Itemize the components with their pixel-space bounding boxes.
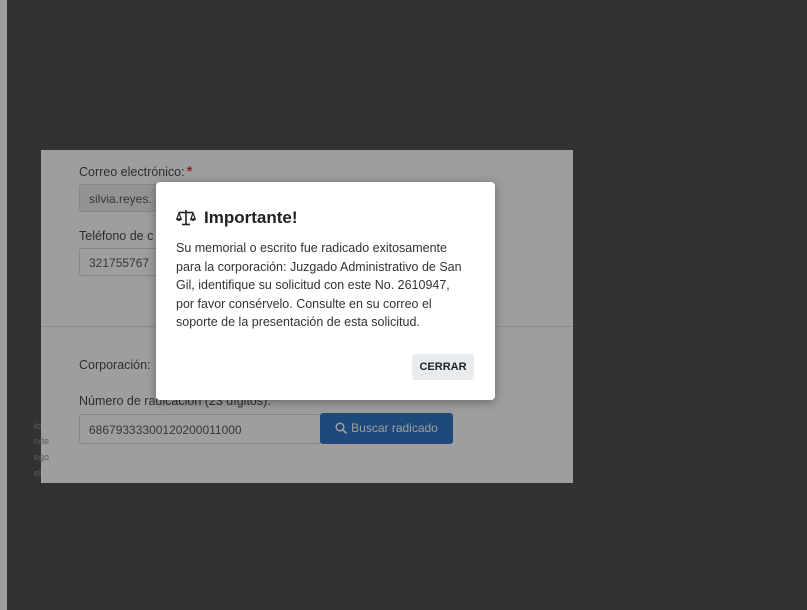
close-button[interactable]: CERRAR xyxy=(412,354,474,380)
dialog-message-line-1: Su memorial o escrito fue radicado exito… xyxy=(176,241,447,255)
dialog-title-text: Importante! xyxy=(204,208,298,227)
dialog-message-line-2: para la corporación: Juzgado Administrat… xyxy=(176,259,462,274)
scale-balance-icon xyxy=(175,210,197,226)
dialog-message-line-4: por favor consérvelo. Consulte en su cor… xyxy=(176,296,432,311)
dialog-title: Importante! xyxy=(175,208,298,228)
dialog-message: Su memorial o escrito fue radicado exito… xyxy=(176,239,481,332)
dialog-message-line-5: soporte de la presentación de esta solic… xyxy=(176,315,420,329)
important-dialog: Importante! Su memorial o escrito fue ra… xyxy=(156,182,495,400)
dialog-message-line-3: Gil, identifique su solicitud con este N… xyxy=(176,278,450,292)
